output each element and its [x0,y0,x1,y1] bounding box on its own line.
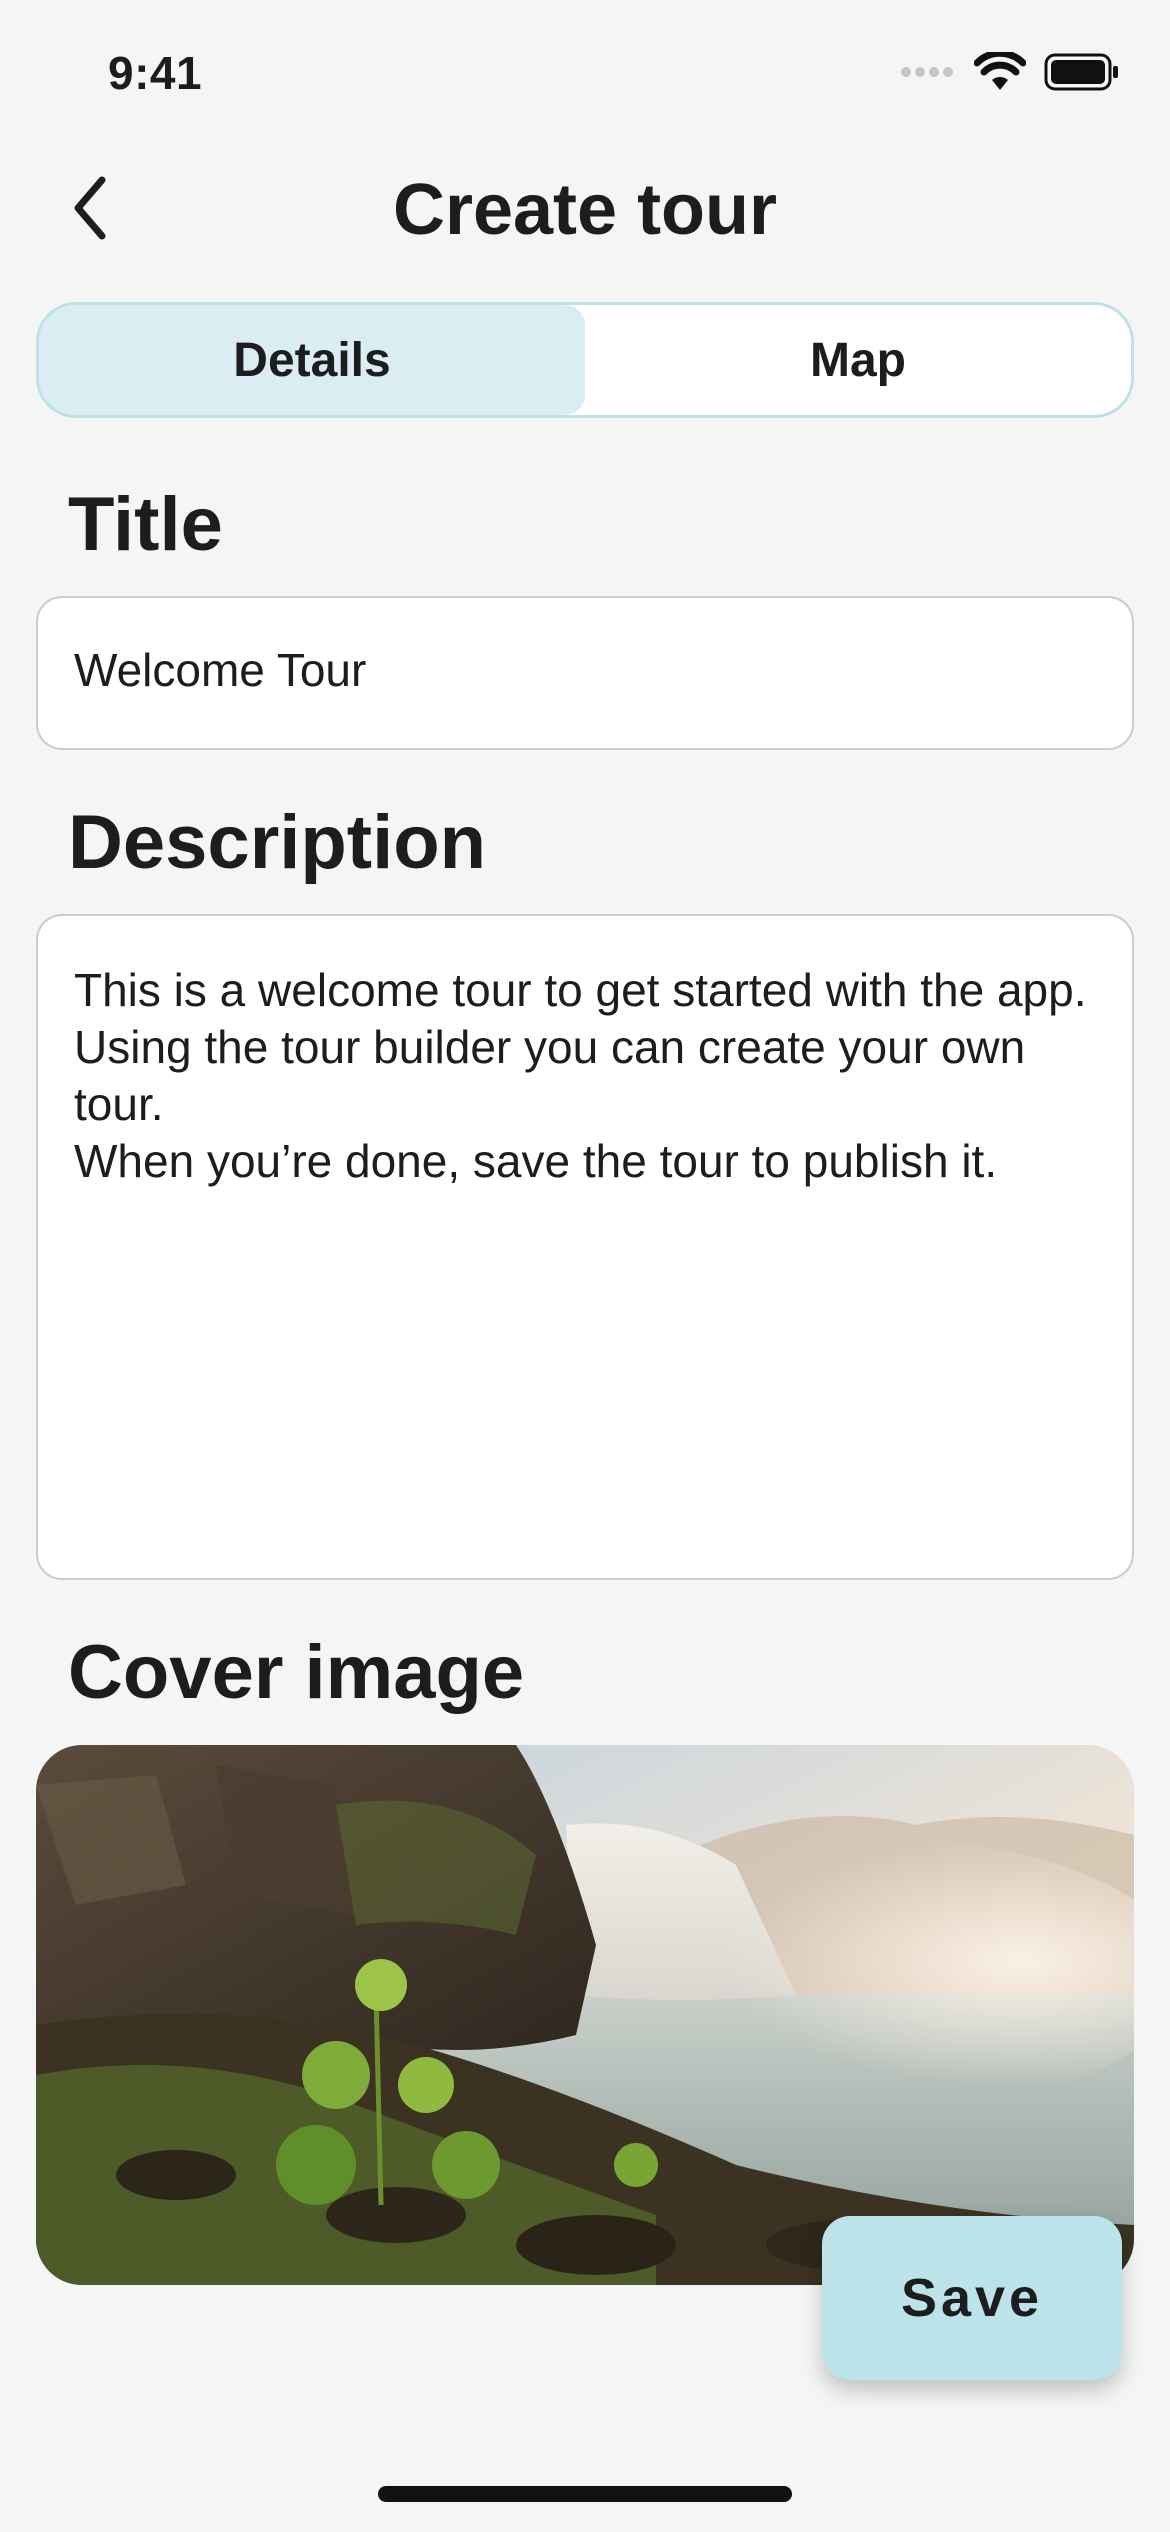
title-label: Title [68,482,223,567]
cover-image[interactable] [36,1745,1134,2285]
nav-bar: Create tour [0,160,1170,260]
battery-icon [1044,53,1120,96]
page-title: Create tour [392,170,778,250]
save-button[interactable]: Save [822,2216,1122,2380]
tab-bar: Details Map [36,302,1134,418]
status-bar: 9:41 [0,0,1170,150]
home-indicator [378,2486,792,2502]
description-textarea[interactable]: This is a welcome tour to get started wi… [36,914,1134,1580]
description-label: Description [68,800,487,885]
cover-image-label: Cover image [68,1630,525,1715]
status-icons [900,49,1120,97]
title-input[interactable]: Welcome Tour [36,596,1134,750]
wifi-icon [973,49,1027,97]
tab-details[interactable]: Details [39,305,585,415]
signal-icon [900,64,956,85]
status-time: 9:41 [108,47,203,99]
tab-map[interactable]: Map [585,305,1131,415]
